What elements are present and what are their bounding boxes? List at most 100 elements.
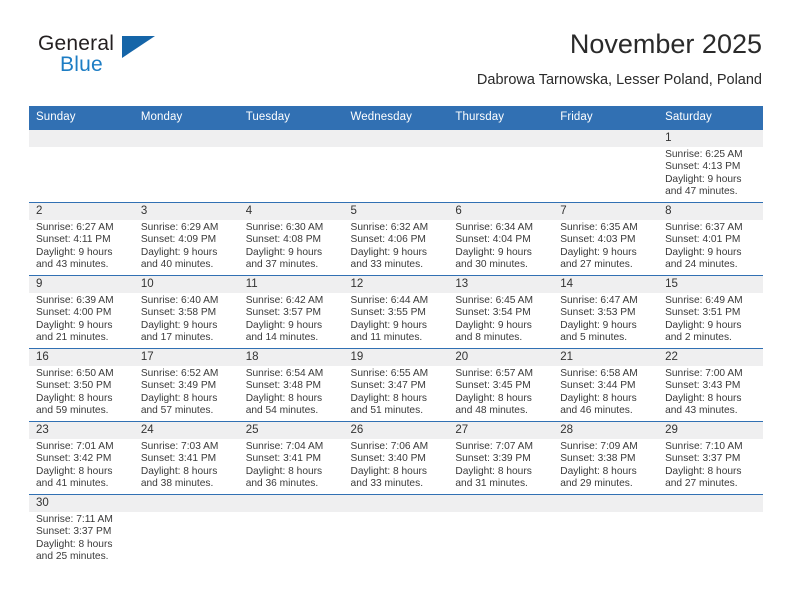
calendar-day-cell[interactable]: 23 Sunrise: 7:01 AM Sunset: 3:42 PM Dayligh… xyxy=(29,421,134,495)
sunset-text: Sunset: 3:51 PM xyxy=(665,307,741,319)
calendar-day-cell[interactable]: 5 Sunrise: 6:32 AM Sunset: 4:06 PM Daylight… xyxy=(343,202,449,276)
calendar-day-cell[interactable]: 3 Sunrise: 6:29 AM Sunset: 4:09 PM Daylight… xyxy=(133,202,239,276)
day-details: Sunrise: 6:32 AM Sunset: 4:06 PM Daylight:… xyxy=(344,220,449,271)
calendar-day-cell[interactable]: 26 Sunrise: 7:06 AM Sunset: 3:40 PM Dayligh… xyxy=(343,421,449,495)
day-number xyxy=(553,495,659,512)
calendar-day-cell[interactable]: 7 Sunrise: 6:35 AM Sunset: 4:03 PM Daylight… xyxy=(553,202,659,276)
calendar-day-cell[interactable]: 17 Sunrise: 6:52 AM Sunset: 3:49 PM Dayligh… xyxy=(133,348,239,422)
day-cell-inner: 7 Sunrise: 6:35 AM Sunset: 4:03 PM Daylight… xyxy=(553,203,659,275)
day-cell-inner: 15 Sunrise: 6:49 AM Sunset: 3:51 PM Dayligh… xyxy=(658,276,763,348)
calendar-day-cell[interactable]: 21 Sunrise: 6:58 AM Sunset: 3:44 PM Dayligh… xyxy=(553,348,659,422)
general-blue-logo[interactable]: General Blue xyxy=(29,32,209,88)
daylight-text-line2: and 14 minutes. xyxy=(245,331,319,343)
daylight-text-line1: Daylight: 8 hours xyxy=(140,465,218,477)
calendar-day-cell[interactable]: 11 Sunrise: 6:42 AM Sunset: 3:57 PM Dayligh… xyxy=(238,275,344,349)
sunrise-text: Sunrise: 6:52 AM xyxy=(140,368,219,379)
calendar-day-cell-empty[interactable] xyxy=(448,130,554,203)
day-details: Sunrise: 7:09 AM Sunset: 3:38 PM Daylight:… xyxy=(553,439,658,490)
day-details: Sunrise: 6:58 AM Sunset: 3:44 PM Daylight:… xyxy=(553,366,658,417)
calendar-day-cell-empty[interactable] xyxy=(658,494,763,567)
day-number: 8 xyxy=(658,203,763,220)
day-number xyxy=(29,130,134,147)
calendar-day-cell[interactable]: 16 Sunrise: 6:50 AM Sunset: 3:50 PM Dayligh… xyxy=(29,348,134,422)
daylight-text-line1: Daylight: 8 hours xyxy=(350,392,427,404)
calendar-day-cell-empty[interactable] xyxy=(29,130,134,203)
calendar-day-cell-empty[interactable] xyxy=(553,130,659,203)
calendar-day-cell[interactable]: 22 Sunrise: 7:00 AM Sunset: 3:43 PM Dayligh… xyxy=(658,348,763,422)
day-number: 26 xyxy=(343,422,449,439)
day-details: Sunrise: 6:55 AM Sunset: 3:47 PM Daylight:… xyxy=(344,366,449,417)
daylight-text-line2: and 51 minutes. xyxy=(350,404,424,416)
sunrise-text: Sunrise: 6:25 AM xyxy=(665,149,743,160)
calendar-day-cell[interactable]: 27 Sunrise: 7:07 AM Sunset: 3:39 PM Dayligh… xyxy=(448,421,554,495)
daylight-text-line2: and 21 minutes. xyxy=(36,331,109,343)
daylight-text-line1: Daylight: 9 hours xyxy=(36,246,113,258)
calendar-day-cell[interactable]: 9 Sunrise: 6:39 AM Sunset: 4:00 PM Daylight… xyxy=(29,275,134,349)
day-details: Sunrise: 7:06 AM Sunset: 3:40 PM Daylight:… xyxy=(344,439,449,490)
day-details: Sunrise: 7:10 AM Sunset: 3:37 PM Daylight:… xyxy=(658,439,763,490)
daylight-text-line1: Daylight: 9 hours xyxy=(245,319,323,331)
calendar-day-cell-empty[interactable] xyxy=(238,130,344,203)
day-number: 1 xyxy=(658,130,763,147)
calendar-day-cell-empty[interactable] xyxy=(343,494,449,567)
day-cell-inner: 24 Sunrise: 7:03 AM Sunset: 3:41 PM Dayligh… xyxy=(133,422,239,494)
sunrise-text: Sunrise: 7:06 AM xyxy=(350,441,429,452)
calendar-day-cell[interactable]: 2 Sunrise: 6:27 AM Sunset: 4:11 PM Daylight… xyxy=(29,202,134,276)
calendar-day-cell[interactable]: 24 Sunrise: 7:03 AM Sunset: 3:41 PM Dayligh… xyxy=(133,421,239,495)
day-details: Sunrise: 7:11 AM Sunset: 3:37 PM Daylight:… xyxy=(29,512,134,563)
calendar-day-cell[interactable]: 13 Sunrise: 6:45 AM Sunset: 3:54 PM Dayligh… xyxy=(448,275,554,349)
calendar-day-cell[interactable]: 28 Sunrise: 7:09 AM Sunset: 3:38 PM Dayligh… xyxy=(553,421,659,495)
daylight-text-line1: Daylight: 9 hours xyxy=(560,246,637,258)
day-cell-inner: 19 Sunrise: 6:55 AM Sunset: 3:47 PM Dayligh… xyxy=(343,349,449,421)
calendar-day-cell-empty[interactable] xyxy=(133,494,239,567)
calendar-day-cell[interactable]: 18 Sunrise: 6:54 AM Sunset: 3:48 PM Dayligh… xyxy=(238,348,344,422)
calendar-day-cell[interactable]: 25 Sunrise: 7:04 AM Sunset: 3:41 PM Dayligh… xyxy=(238,421,344,495)
daylight-text-line1: Daylight: 9 hours xyxy=(560,319,637,331)
daylight-text-line2: and 48 minutes. xyxy=(455,404,528,416)
calendar-day-cell[interactable]: 14 Sunrise: 6:47 AM Sunset: 3:53 PM Dayligh… xyxy=(553,275,659,349)
day-number: 5 xyxy=(343,203,449,220)
calendar-day-cell[interactable]: 6 Sunrise: 6:34 AM Sunset: 4:04 PM Daylight… xyxy=(448,202,554,276)
sunset-text: Sunset: 3:55 PM xyxy=(350,307,426,319)
calendar-day-cell[interactable]: 1 Sunrise: 6:25 AM Sunset: 4:13 PM Daylight… xyxy=(658,130,763,203)
day-number xyxy=(238,130,344,147)
calendar-day-cell-empty[interactable] xyxy=(238,494,344,567)
day-number: 13 xyxy=(448,276,554,293)
calendar-day-cell[interactable]: 20 Sunrise: 6:57 AM Sunset: 3:45 PM Dayligh… xyxy=(448,348,554,422)
sunset-text: Sunset: 4:09 PM xyxy=(140,234,217,246)
calendar-day-cell[interactable]: 29 Sunrise: 7:10 AM Sunset: 3:37 PM Dayligh… xyxy=(658,421,763,495)
sunrise-text: Sunrise: 7:01 AM xyxy=(36,441,114,452)
weekday-header-wednesday: Wednesday xyxy=(343,106,449,130)
day-number: 3 xyxy=(133,203,239,220)
day-number: 11 xyxy=(238,276,344,293)
day-details: Sunrise: 6:54 AM Sunset: 3:48 PM Daylight:… xyxy=(239,366,344,417)
daylight-text-line1: Daylight: 8 hours xyxy=(665,392,742,404)
day-cell-inner xyxy=(343,495,449,567)
day-details: Sunrise: 6:49 AM Sunset: 3:51 PM Daylight:… xyxy=(658,293,763,344)
sunset-text: Sunset: 3:44 PM xyxy=(560,380,636,392)
day-cell-inner: 6 Sunrise: 6:34 AM Sunset: 4:04 PM Daylight… xyxy=(448,203,554,275)
calendar-day-cell[interactable]: 30 Sunrise: 7:11 AM Sunset: 3:37 PM Dayligh… xyxy=(29,494,134,567)
sunrise-text: Sunrise: 6:40 AM xyxy=(140,295,219,306)
calendar-day-cell[interactable]: 4 Sunrise: 6:30 AM Sunset: 4:08 PM Daylight… xyxy=(238,202,344,276)
daylight-text-line1: Daylight: 8 hours xyxy=(455,392,532,404)
calendar-day-cell[interactable]: 12 Sunrise: 6:44 AM Sunset: 3:55 PM Dayligh… xyxy=(343,275,449,349)
day-cell-inner xyxy=(238,495,344,567)
day-details: Sunrise: 6:52 AM Sunset: 3:49 PM Daylight:… xyxy=(134,366,239,417)
calendar-day-cell[interactable]: 8 Sunrise: 6:37 AM Sunset: 4:01 PM Daylight… xyxy=(658,202,763,276)
calendar-day-cell-empty[interactable] xyxy=(448,494,554,567)
calendar-day-cell[interactable]: 10 Sunrise: 6:40 AM Sunset: 3:58 PM Dayligh… xyxy=(133,275,239,349)
daylight-text-line2: and 25 minutes. xyxy=(36,550,109,562)
sunrise-text: Sunrise: 6:42 AM xyxy=(245,295,324,306)
sunset-text: Sunset: 3:49 PM xyxy=(140,380,217,392)
calendar-day-cell[interactable]: 19 Sunrise: 6:55 AM Sunset: 3:47 PM Dayligh… xyxy=(343,348,449,422)
day-number: 7 xyxy=(553,203,659,220)
day-number: 27 xyxy=(448,422,554,439)
day-details: Sunrise: 6:40 AM Sunset: 3:58 PM Daylight:… xyxy=(134,293,239,344)
sunset-text: Sunset: 3:48 PM xyxy=(245,380,322,392)
calendar-day-cell-empty[interactable] xyxy=(133,130,239,203)
calendar-day-cell-empty[interactable] xyxy=(553,494,659,567)
calendar-day-cell[interactable]: 15 Sunrise: 6:49 AM Sunset: 3:51 PM Dayligh… xyxy=(658,275,763,349)
calendar-day-cell-empty[interactable] xyxy=(343,130,449,203)
day-cell-inner: 25 Sunrise: 7:04 AM Sunset: 3:41 PM Dayligh… xyxy=(238,422,344,494)
